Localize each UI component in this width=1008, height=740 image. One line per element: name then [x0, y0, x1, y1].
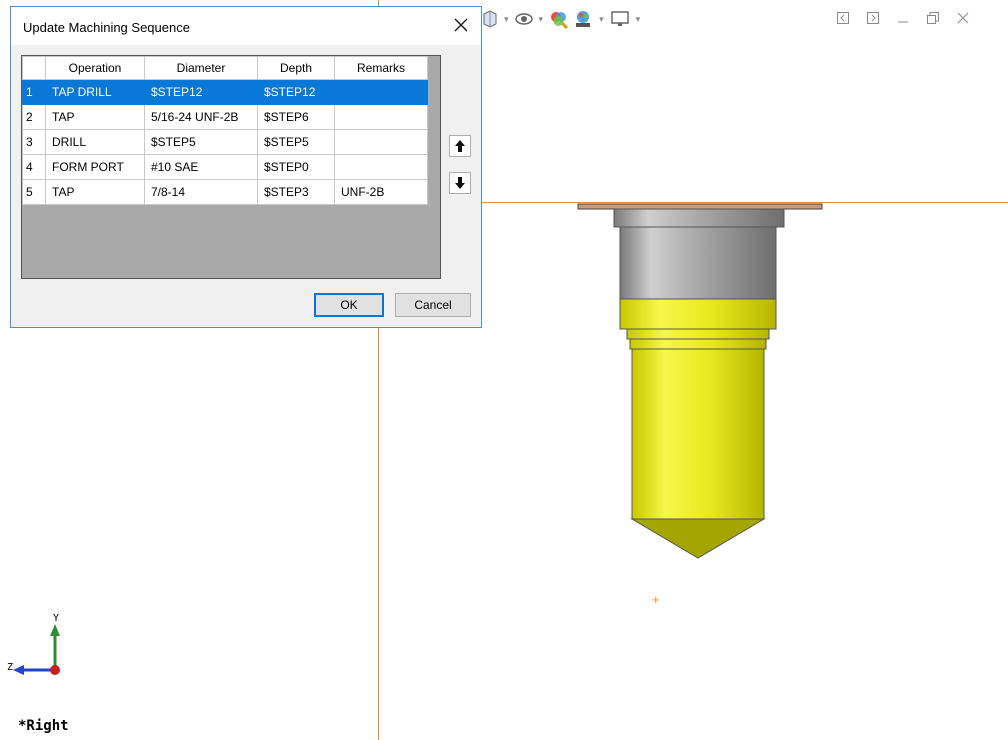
table-row[interactable]: 1 TAP DRILL $STEP12 $STEP12 — [22, 79, 428, 105]
arrow-down-icon — [455, 177, 465, 189]
move-up-button[interactable] — [449, 135, 471, 157]
origin-marker: + — [652, 592, 660, 607]
display-icon[interactable] — [610, 9, 630, 29]
axis-z-label: Z — [7, 662, 14, 673]
appearance-icon[interactable] — [549, 9, 569, 29]
table-row[interactable]: 4 FORM PORT #10 SAE $STEP0 — [22, 154, 428, 180]
diameter-cell[interactable]: $STEP5 — [144, 129, 258, 155]
ok-button[interactable]: OK — [314, 293, 384, 317]
chevron-down-icon[interactable]: ▾ — [539, 14, 544, 25]
sequence-grid[interactable]: Operation Diameter Depth Remarks 1 TAP D… — [21, 55, 441, 279]
diameter-cell[interactable]: $STEP12 — [144, 79, 258, 105]
depth-cell[interactable]: $STEP5 — [257, 129, 335, 155]
row-number: 2 — [22, 104, 46, 130]
row-number: 5 — [22, 179, 46, 205]
view-cube-icon[interactable] — [482, 9, 498, 29]
part-model[interactable] — [570, 196, 832, 562]
chevron-down-icon[interactable]: ▾ — [599, 14, 604, 25]
diameter-cell[interactable]: 7/8-14 — [144, 179, 258, 205]
column-header-diameter[interactable]: Diameter — [144, 56, 258, 80]
remarks-cell[interactable] — [334, 79, 428, 105]
column-header-depth[interactable]: Depth — [257, 56, 335, 80]
row-number: 4 — [22, 154, 46, 180]
dialog-titlebar[interactable]: Update Machining Sequence — [11, 7, 481, 45]
chevron-down-icon[interactable]: ▾ — [504, 14, 509, 25]
operation-cell[interactable]: TAP — [45, 179, 145, 205]
column-header-remarks[interactable]: Remarks — [334, 56, 428, 80]
column-header-operation[interactable]: Operation — [45, 56, 145, 80]
operation-cell[interactable]: FORM PORT — [45, 154, 145, 180]
table-row[interactable]: 5 TAP 7/8-14 $STEP3 UNF-2B — [22, 179, 428, 205]
row-number: 1 — [22, 79, 46, 105]
update-machining-sequence-dialog: Update Machining Sequence Operation Diam… — [10, 6, 482, 328]
move-down-button[interactable] — [449, 172, 471, 194]
view-toolbar: ▾ ▾ ▾ ▾ — [482, 8, 642, 30]
scene-icon[interactable] — [573, 9, 593, 29]
view-orientation-label: *Right — [18, 718, 69, 734]
close-icon[interactable] — [954, 9, 972, 27]
close-icon[interactable] — [447, 12, 475, 38]
depth-cell[interactable]: $STEP0 — [257, 154, 335, 180]
arrow-up-icon — [455, 140, 465, 152]
window-controls — [834, 9, 972, 27]
coordinate-triad: Y Z — [4, 612, 74, 682]
row-number: 3 — [22, 129, 46, 155]
remarks-cell[interactable] — [334, 129, 428, 155]
table-row[interactable]: 2 TAP 5/16-24 UNF-2B $STEP6 — [22, 104, 428, 130]
minimize-icon[interactable] — [894, 9, 912, 27]
diameter-cell[interactable]: 5/16-24 UNF-2B — [144, 104, 258, 130]
depth-cell[interactable]: $STEP12 — [257, 79, 335, 105]
sequence-table: Operation Diameter Depth Remarks 1 TAP D… — [22, 56, 428, 205]
triad-arrows-icon — [13, 624, 60, 675]
remarks-cell[interactable] — [334, 104, 428, 130]
operation-cell[interactable]: DRILL — [45, 129, 145, 155]
table-row[interactable]: 3 DRILL $STEP5 $STEP5 — [22, 129, 428, 155]
dialog-title: Update Machining Sequence — [23, 20, 190, 35]
chevron-down-icon[interactable]: ▾ — [636, 14, 641, 25]
restore-icon[interactable] — [924, 9, 942, 27]
operation-cell[interactable]: TAP DRILL — [45, 79, 145, 105]
diameter-cell[interactable]: #10 SAE — [144, 154, 258, 180]
collapse-right-icon[interactable] — [864, 9, 882, 27]
cancel-button[interactable]: Cancel — [395, 293, 471, 317]
collapse-left-icon[interactable] — [834, 9, 852, 27]
remarks-cell[interactable]: UNF-2B — [334, 179, 428, 205]
remarks-cell[interactable] — [334, 154, 428, 180]
column-header-row-number[interactable] — [22, 56, 46, 80]
depth-cell[interactable]: $STEP6 — [257, 104, 335, 130]
axis-y-label: Y — [53, 613, 60, 624]
depth-cell[interactable]: $STEP3 — [257, 179, 335, 205]
operation-cell[interactable]: TAP — [45, 104, 145, 130]
visibility-icon[interactable] — [514, 9, 533, 29]
